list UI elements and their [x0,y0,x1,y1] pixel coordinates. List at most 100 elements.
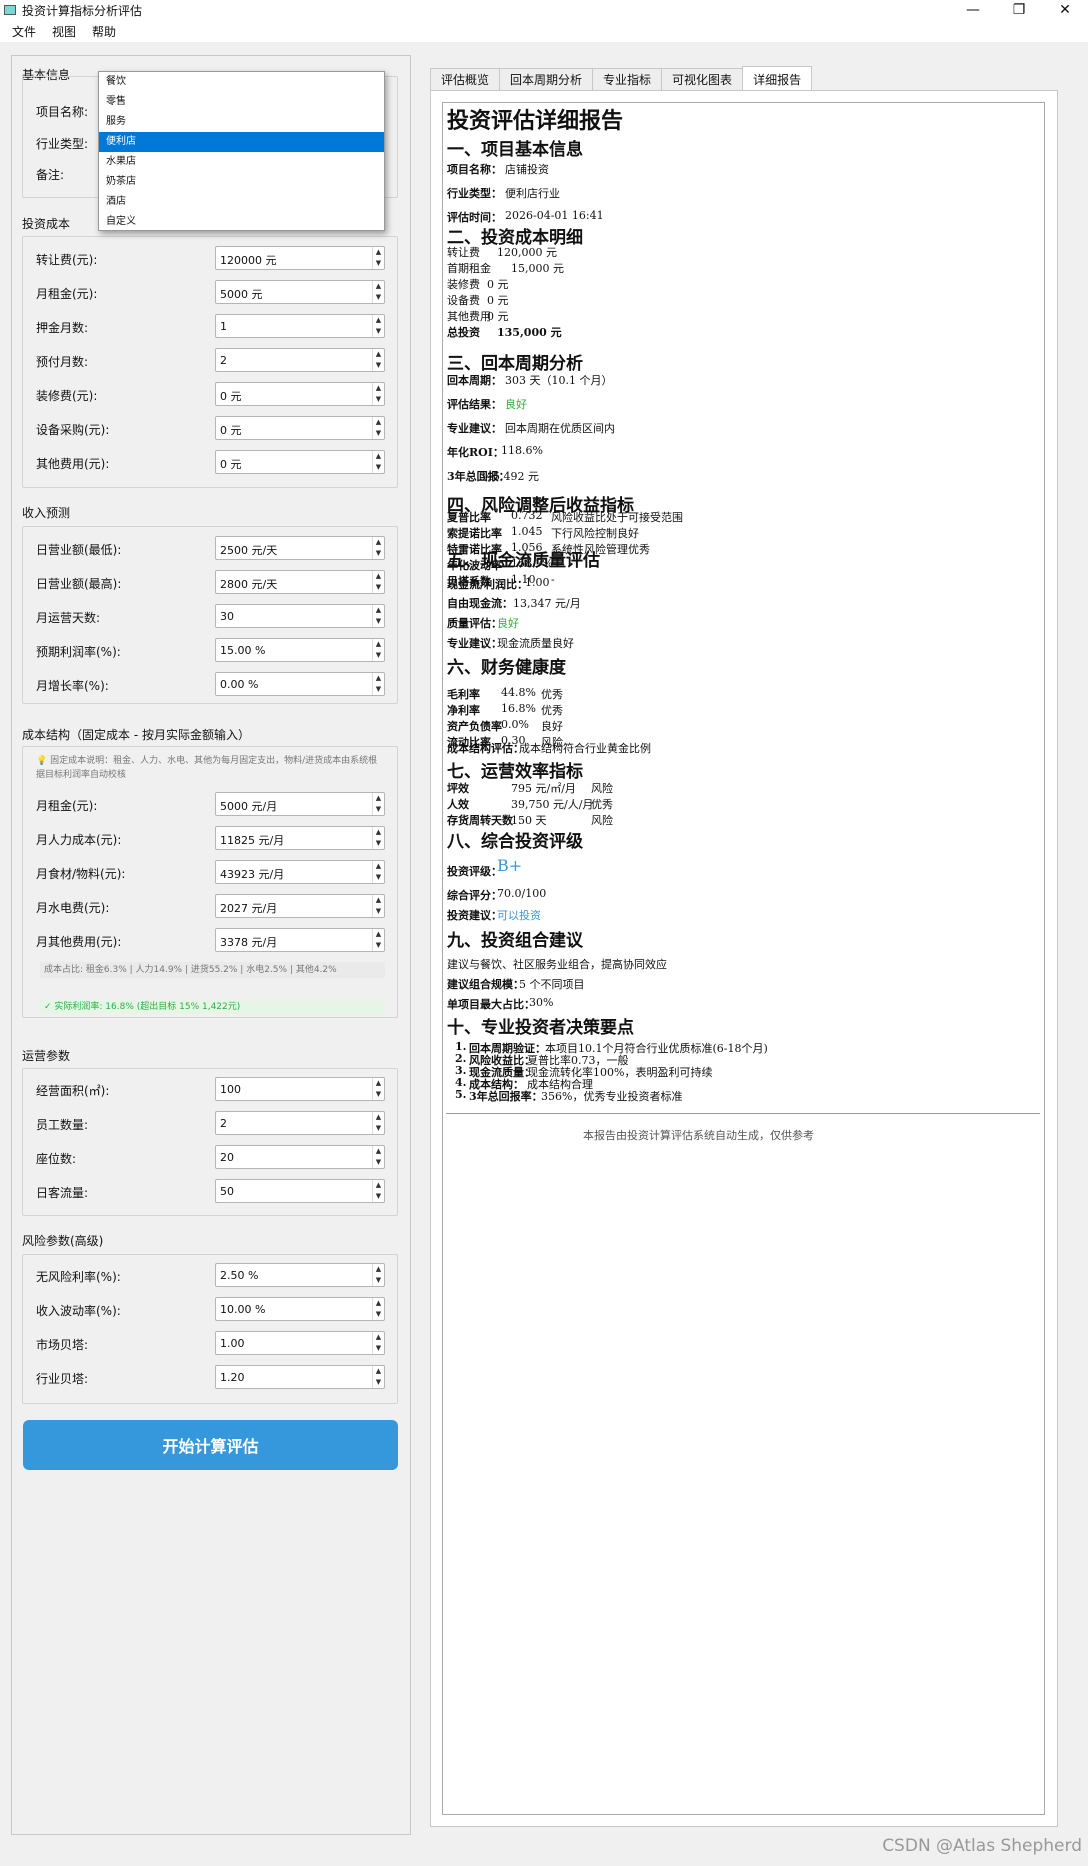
area-spinbox[interactable]: 100 ▲ ▼ [215,1077,385,1101]
spin-down-icon[interactable]: ▼ [373,1377,384,1388]
daily-traffic-spin-arrows[interactable]: ▲ ▼ [372,1180,384,1202]
spin-up-icon[interactable]: ▲ [373,417,384,428]
spin-down-icon[interactable]: ▼ [373,582,384,593]
spin-down-icon[interactable]: ▼ [373,872,384,883]
struct-utilities-spinbox[interactable]: 2027 元/月 ▲ ▼ [215,894,385,918]
spin-up-icon[interactable]: ▲ [373,571,384,582]
spin-up-icon[interactable]: ▲ [373,1264,384,1275]
risk-free-rate-spinbox[interactable]: 2.50 % ▲ ▼ [215,1263,385,1287]
struct-labor-spin-arrows[interactable]: ▲ ▼ [372,827,384,849]
decoration-fee-spin-arrows[interactable]: ▲ ▼ [372,383,384,405]
monthly-days-spin-arrows[interactable]: ▲ ▼ [372,605,384,627]
monthly-rent-spinbox[interactable]: 5000 元 ▲ ▼ [215,280,385,304]
tab-overview[interactable]: 评估概览 [430,68,501,90]
spin-down-icon[interactable]: ▼ [373,838,384,849]
prepay-months-spin-arrows[interactable]: ▲ ▼ [372,349,384,371]
spin-down-icon[interactable]: ▼ [373,804,384,815]
seat-count-spin-arrows[interactable]: ▲ ▼ [372,1146,384,1168]
transfer-fee-spin-arrows[interactable]: ▲ ▼ [372,247,384,269]
industry-option[interactable]: 便利店 [99,132,384,152]
spin-up-icon[interactable]: ▲ [373,383,384,394]
struct-utilities-spin-arrows[interactable]: ▲ ▼ [372,895,384,917]
spin-down-icon[interactable]: ▼ [373,1157,384,1168]
decoration-fee-spinbox[interactable]: 0 元 ▲ ▼ [215,382,385,406]
spin-down-icon[interactable]: ▼ [373,616,384,627]
spin-up-icon[interactable]: ▲ [373,1078,384,1089]
minimize-button[interactable]: — [950,0,996,20]
monthly-days-spinbox[interactable]: 30 ▲ ▼ [215,604,385,628]
daily-revenue-max-spinbox[interactable]: 2800 元/天 ▲ ▼ [215,570,385,594]
market-beta-spin-arrows[interactable]: ▲ ▼ [372,1332,384,1354]
spin-up-icon[interactable]: ▲ [373,827,384,838]
spin-down-icon[interactable]: ▼ [373,1191,384,1202]
expected-profit-rate-spin-arrows[interactable]: ▲ ▼ [372,639,384,661]
spin-down-icon[interactable]: ▼ [373,326,384,337]
industry-option[interactable]: 自定义 [99,212,384,232]
spin-up-icon[interactable]: ▲ [373,605,384,616]
transfer-fee-spinbox[interactable]: 120000 元 ▲ ▼ [215,246,385,270]
spin-down-icon[interactable]: ▼ [373,684,384,695]
deposit-months-spinbox[interactable]: 1 ▲ ▼ [215,314,385,338]
spin-up-icon[interactable]: ▲ [373,247,384,258]
spin-down-icon[interactable]: ▼ [373,1343,384,1354]
struct-materials-spin-arrows[interactable]: ▲ ▼ [372,861,384,883]
struct-other-spin-arrows[interactable]: ▲ ▼ [372,929,384,951]
monthly-growth-rate-spinbox[interactable]: 0.00 % ▲ ▼ [215,672,385,696]
revenue-volatility-spinbox[interactable]: 10.00 % ▲ ▼ [215,1297,385,1321]
spin-up-icon[interactable]: ▲ [373,1332,384,1343]
close-button[interactable]: ✕ [1042,0,1088,20]
start-calculation-button[interactable]: 开始计算评估 [23,1420,398,1470]
spin-down-icon[interactable]: ▼ [373,940,384,951]
spin-up-icon[interactable]: ▲ [373,1366,384,1377]
struct-rent-spin-arrows[interactable]: ▲ ▼ [372,793,384,815]
other-cost-spinbox[interactable]: 0 元 ▲ ▼ [215,450,385,474]
spin-down-icon[interactable]: ▼ [373,292,384,303]
tab-indicators[interactable]: 专业指标 [592,68,663,90]
industry-beta-spinbox[interactable]: 1.20 ▲ ▼ [215,1365,385,1389]
spin-up-icon[interactable]: ▲ [373,1298,384,1309]
spin-up-icon[interactable]: ▲ [373,451,384,462]
menu-file[interactable]: 文件 [4,23,44,40]
spin-up-icon[interactable]: ▲ [373,1112,384,1123]
spin-up-icon[interactable]: ▲ [373,793,384,804]
spin-up-icon[interactable]: ▲ [373,673,384,684]
equipment-cost-spinbox[interactable]: 0 元 ▲ ▼ [215,416,385,440]
industry-beta-spin-arrows[interactable]: ▲ ▼ [372,1366,384,1388]
spin-up-icon[interactable]: ▲ [373,895,384,906]
spin-up-icon[interactable]: ▲ [373,1146,384,1157]
daily-revenue-min-spin-arrows[interactable]: ▲ ▼ [372,537,384,559]
struct-labor-spinbox[interactable]: 11825 元/月 ▲ ▼ [215,826,385,850]
staff-count-spin-arrows[interactable]: ▲ ▼ [372,1112,384,1134]
monthly-growth-rate-spin-arrows[interactable]: ▲ ▼ [372,673,384,695]
tab-payback[interactable]: 回本周期分析 [499,68,594,90]
industry-option[interactable]: 餐饮 [99,72,384,92]
spin-down-icon[interactable]: ▼ [373,428,384,439]
struct-rent-spinbox[interactable]: 5000 元/月 ▲ ▼ [215,792,385,816]
spin-up-icon[interactable]: ▲ [373,929,384,940]
industry-option[interactable]: 奶茶店 [99,172,384,192]
monthly-rent-spin-arrows[interactable]: ▲ ▼ [372,281,384,303]
menu-view[interactable]: 视图 [44,23,84,40]
spin-down-icon[interactable]: ▼ [373,462,384,473]
spin-up-icon[interactable]: ▲ [373,1180,384,1191]
spin-down-icon[interactable]: ▼ [373,1309,384,1320]
industry-option[interactable]: 酒店 [99,192,384,212]
spin-down-icon[interactable]: ▼ [373,360,384,371]
spin-down-icon[interactable]: ▼ [373,1123,384,1134]
industry-dropdown-list[interactable]: 餐饮 零售 服务 便利店 水果店 奶茶店 酒店 自定义 [98,71,385,231]
other-cost-spin-arrows[interactable]: ▲ ▼ [372,451,384,473]
prepay-months-spinbox[interactable]: 2 ▲ ▼ [215,348,385,372]
spin-down-icon[interactable]: ▼ [373,258,384,269]
tab-charts[interactable]: 可视化图表 [661,68,744,90]
expected-profit-rate-spinbox[interactable]: 15.00 % ▲ ▼ [215,638,385,662]
industry-option[interactable]: 服务 [99,112,384,132]
spin-up-icon[interactable]: ▲ [373,537,384,548]
spin-down-icon[interactable]: ▼ [373,548,384,559]
daily-revenue-max-spin-arrows[interactable]: ▲ ▼ [372,571,384,593]
spin-down-icon[interactable]: ▼ [373,1089,384,1100]
area-spin-arrows[interactable]: ▲ ▼ [372,1078,384,1100]
revenue-volatility-spin-arrows[interactable]: ▲ ▼ [372,1298,384,1320]
struct-materials-spinbox[interactable]: 43923 元/月 ▲ ▼ [215,860,385,884]
market-beta-spinbox[interactable]: 1.00 ▲ ▼ [215,1331,385,1355]
deposit-months-spin-arrows[interactable]: ▲ ▼ [372,315,384,337]
